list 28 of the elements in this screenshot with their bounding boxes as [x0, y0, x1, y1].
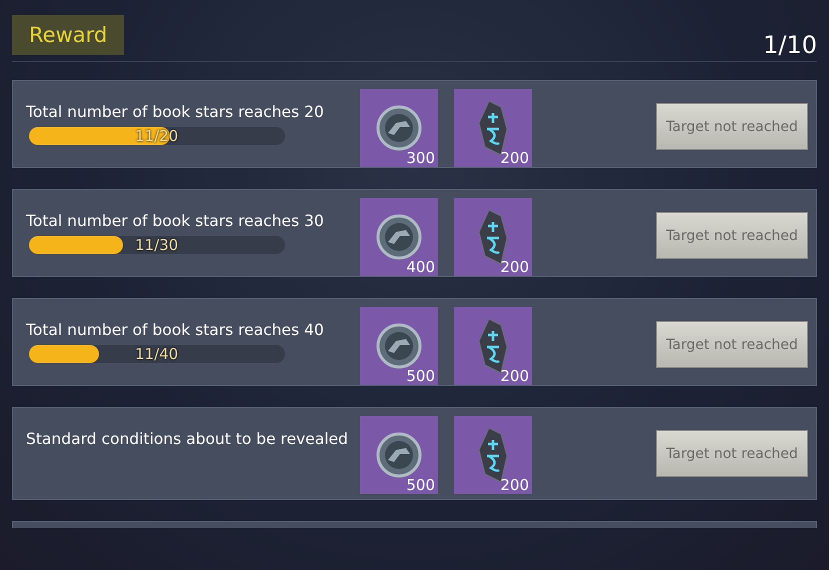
reward-item[interactable]: 200 [454, 198, 532, 276]
task-title: Total number of book stars reaches 30 [26, 213, 325, 230]
reward-item[interactable]: 400 [360, 198, 438, 276]
task-title: Total number of book stars reaches 40 [26, 322, 325, 339]
item-count: 500 [406, 476, 435, 494]
target-not-reached-button[interactable]: Target not reached [656, 103, 808, 150]
item-count: 200 [500, 149, 529, 167]
progress-reading: 11/30 [135, 236, 178, 254]
item-count: 200 [500, 258, 529, 276]
page-counter: 1/10 [763, 31, 817, 59]
reward-item[interactable]: 300 [360, 89, 438, 167]
target-not-reached-button[interactable]: Target not reached [656, 321, 808, 368]
task-title: Total number of book stars reaches 20 [26, 104, 325, 121]
reward-tab[interactable]: Reward [12, 15, 124, 55]
reward-item[interactable]: 200 [454, 416, 532, 494]
target-not-reached-button[interactable]: Target not reached [656, 212, 808, 259]
reward-item[interactable]: 200 [454, 307, 532, 385]
target-not-reached-button[interactable]: Target not reached [656, 430, 808, 477]
item-count: 200 [500, 476, 529, 494]
item-count: 200 [500, 367, 529, 385]
item-count: 400 [406, 258, 435, 276]
progress-reading: 11/40 [135, 345, 178, 363]
reward-item[interactable]: 200 [454, 89, 532, 167]
reward-item[interactable]: 500 [360, 416, 438, 494]
task-title: Standard conditions about to be revealed [26, 431, 350, 448]
reward-item[interactable]: 500 [360, 307, 438, 385]
item-count: 500 [406, 367, 435, 385]
item-count: 300 [406, 149, 435, 167]
